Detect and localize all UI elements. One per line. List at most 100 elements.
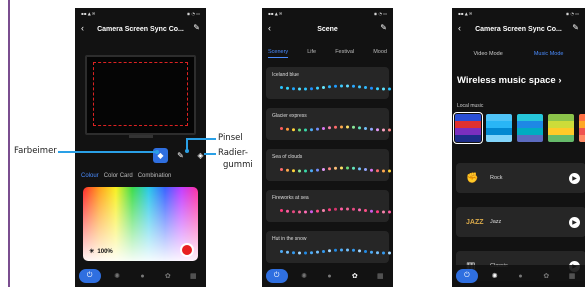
led-dot <box>310 251 313 255</box>
scene-icon[interactable]: ● <box>320 269 338 283</box>
music-track[interactable]: ✊ Rock ▶ <box>456 163 585 193</box>
led-dot <box>286 209 289 213</box>
power-icon[interactable]: ⏻ <box>78 269 101 283</box>
mode-icon[interactable]: ✺ <box>486 269 504 283</box>
swatch[interactable] <box>579 114 585 142</box>
callout-eraser-label-2: gummi <box>223 160 253 170</box>
swatch[interactable] <box>453 112 483 144</box>
led-dot <box>358 208 361 212</box>
led-dot <box>340 207 343 211</box>
led-dot <box>280 86 283 89</box>
tab-mood[interactable]: Mood <box>373 49 387 58</box>
top-bar: ‹ Camera Screen Sync Co... ✎ <box>452 22 585 36</box>
tab-combination[interactable]: Combination <box>138 173 172 179</box>
power-icon[interactable]: ⏻ <box>265 269 288 283</box>
led-dot <box>376 128 379 132</box>
led-dot <box>292 210 295 214</box>
palette-icon[interactable]: ✿ <box>346 269 364 283</box>
led-dot <box>388 169 391 173</box>
led-dot <box>316 127 319 131</box>
led-dot <box>358 167 361 171</box>
grid-icon[interactable]: ▦ <box>184 269 202 283</box>
tab-colour[interactable]: Colour <box>81 173 99 179</box>
led-dot <box>370 209 373 213</box>
palette-icon[interactable]: ✿ <box>159 269 177 283</box>
swatch[interactable] <box>548 114 574 142</box>
led-dot <box>334 166 337 170</box>
led-dot <box>316 250 319 254</box>
music-space-title[interactable]: Wireless music space › <box>457 75 561 86</box>
led-dot <box>298 210 301 214</box>
back-icon[interactable]: ‹ <box>268 23 271 33</box>
led-dot <box>376 251 379 255</box>
music-space-label: Wireless music space <box>457 75 556 86</box>
led-dot <box>298 251 301 255</box>
callout-brush-label: Pinsel <box>218 133 243 143</box>
scene-card[interactable]: Fireworks at sea <box>266 190 391 222</box>
play-icon[interactable]: ▶ <box>569 172 580 184</box>
led-dot <box>358 249 361 253</box>
scene-dots <box>280 84 393 91</box>
scene-card[interactable]: Iceland blue <box>266 67 391 99</box>
swatch[interactable] <box>486 114 512 142</box>
grid-icon[interactable]: ▦ <box>371 269 389 283</box>
page-title: Camera Screen Sync Co... <box>97 25 184 33</box>
rock-hand-icon: ✊ <box>466 172 479 184</box>
edit-icon[interactable]: ✎ <box>380 23 387 32</box>
callout-brush-line <box>186 138 216 140</box>
music-track[interactable]: JAZZ Jazz ▶ <box>456 207 585 237</box>
led-dot <box>310 210 313 214</box>
play-icon[interactable]: ▶ <box>569 216 580 228</box>
eraser-icon[interactable]: ◈ <box>193 148 206 163</box>
led-dot <box>322 250 325 253</box>
back-icon[interactable]: ‹ <box>81 23 84 33</box>
mode-icon[interactable]: ✺ <box>108 269 126 283</box>
sun-icon: ☀ <box>89 249 95 255</box>
led-dot <box>364 127 367 130</box>
tab-music-mode[interactable]: Music Mode <box>534 51 564 63</box>
color-picker-handle[interactable] <box>180 243 194 257</box>
top-bar: ‹ Camera Screen Sync Co... ✎ <box>75 22 206 36</box>
tab-video-mode[interactable]: Video Mode <box>474 51 503 63</box>
scene-icon[interactable]: ● <box>133 269 151 283</box>
paint-tools: ◆ ✎ ◈ <box>153 148 206 163</box>
scene-tabs: Scenery Life Festival Mood <box>268 49 387 58</box>
power-icon[interactable]: ⏻ <box>455 269 478 283</box>
callout-eraser-line <box>204 153 216 155</box>
tab-scenery[interactable]: Scenery <box>268 49 289 58</box>
led-dot <box>364 250 367 253</box>
led-dot <box>340 125 343 129</box>
edit-icon[interactable]: ✎ <box>572 23 579 32</box>
tv-stand <box>129 135 153 138</box>
scene-card[interactable]: Glacier express <box>266 108 391 140</box>
led-dot <box>298 87 301 91</box>
led-dot <box>370 86 373 90</box>
tab-festival[interactable]: Festival <box>335 49 354 58</box>
scene-icon[interactable]: ● <box>511 269 529 283</box>
scene-card[interactable]: Sea of clouds <box>266 149 391 181</box>
led-dot <box>328 249 331 253</box>
led-dot <box>364 168 367 171</box>
edit-icon[interactable]: ✎ <box>193 23 200 32</box>
led-dot <box>286 250 289 254</box>
scene-dots <box>280 125 393 132</box>
grid-icon[interactable]: ▦ <box>563 269 581 283</box>
tab-life[interactable]: Life <box>307 49 316 58</box>
tab-color-card[interactable]: Color Card <box>104 173 133 179</box>
led-dot <box>340 84 343 88</box>
back-icon[interactable]: ‹ <box>458 23 461 33</box>
led-dot <box>286 168 289 172</box>
scene-name: Hut in the snow <box>272 236 307 242</box>
swatch[interactable] <box>517 114 543 142</box>
bottom-nav: ⏻ ✺ ● ✿ ▦ <box>75 265 206 287</box>
led-dot <box>322 209 325 212</box>
music-color-swatches <box>453 112 585 144</box>
led-dot <box>334 84 337 88</box>
mode-icon[interactable]: ✺ <box>295 269 313 283</box>
led-dot <box>382 210 385 214</box>
scene-dots <box>280 248 393 255</box>
led-dot <box>382 169 385 173</box>
scene-card[interactable]: Hut in the snow <box>266 231 391 263</box>
palette-icon[interactable]: ✿ <box>537 269 555 283</box>
led-dot <box>328 167 331 171</box>
